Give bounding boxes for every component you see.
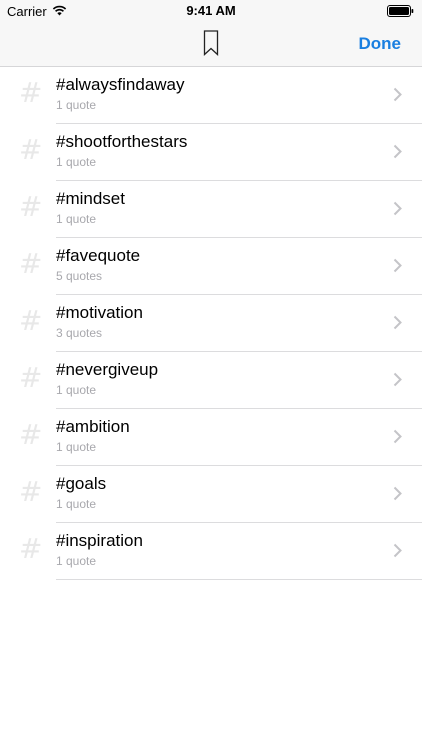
hash-icon: # [19, 304, 43, 337]
tag-title: #alwaysfindaway [56, 75, 185, 94]
tag-title: #goals [56, 474, 107, 493]
chevron-right-icon [393, 201, 402, 216]
chevron-right-icon [393, 486, 402, 501]
quote-count: 1 quote [56, 554, 97, 568]
tag-title: #nevergiveup [56, 360, 159, 379]
quote-count: 1 quote [56, 383, 97, 397]
quote-count: 1 quote [56, 440, 97, 454]
list-item[interactable]: # #mindset 1 quote [0, 181, 422, 238]
hash-icon: # [19, 190, 43, 223]
list-item[interactable]: # #goals 1 quote [0, 466, 422, 523]
chevron-right-icon [393, 144, 402, 159]
quote-count: 5 quotes [56, 269, 103, 283]
tag-title: #motivation [56, 303, 143, 322]
done-button[interactable]: Done [359, 34, 402, 54]
status-time: 9:41 AM [186, 3, 236, 18]
chevron-right-icon [393, 429, 402, 444]
status-bar: Carrier 9:41 AM [0, 0, 422, 22]
hash-icon: # [19, 361, 43, 394]
chevron-right-icon [393, 372, 402, 387]
navigation-bar: Done [0, 22, 422, 67]
tag-title: #favequote [56, 246, 141, 265]
quote-count: 1 quote [56, 497, 97, 511]
list-item[interactable]: # #alwaysfindaway 1 quote [0, 67, 422, 124]
list-item[interactable]: # #shootforthestars 1 quote [0, 124, 422, 181]
list-item[interactable]: # #favequote 5 quotes [0, 238, 422, 295]
hash-icon: # [19, 475, 43, 508]
list-item[interactable]: # #inspiration 1 quote [0, 523, 422, 580]
tag-list: # #alwaysfindaway 1 quote # #shootforthe… [0, 67, 422, 580]
hash-icon: # [19, 76, 43, 109]
chevron-right-icon [393, 87, 402, 102]
quote-count: 1 quote [56, 98, 97, 112]
chevron-right-icon [393, 315, 402, 330]
hash-icon: # [19, 247, 43, 280]
tag-title: #inspiration [56, 531, 143, 550]
quote-count: 3 quotes [56, 326, 103, 340]
chevron-right-icon [393, 543, 402, 558]
list-item[interactable]: # #nevergiveup 1 quote [0, 352, 422, 409]
bookmark-icon [203, 30, 219, 56]
row-divider [56, 579, 422, 580]
tag-title: #mindset [56, 189, 125, 208]
quote-count: 1 quote [56, 155, 97, 169]
list-item[interactable]: # #motivation 3 quotes [0, 295, 422, 352]
list-item[interactable]: # #ambition 1 quote [0, 409, 422, 466]
screen: Carrier 9:41 AM Done # #alwaysfindaway 1… [0, 0, 422, 750]
battery-icon [387, 5, 414, 17]
chevron-right-icon [393, 258, 402, 273]
hash-icon: # [19, 532, 43, 565]
hash-icon: # [19, 133, 43, 166]
tag-title: #ambition [56, 417, 130, 436]
tag-title: #shootforthestars [56, 132, 188, 151]
quote-count: 1 quote [56, 212, 97, 226]
hash-icon: # [19, 418, 43, 451]
